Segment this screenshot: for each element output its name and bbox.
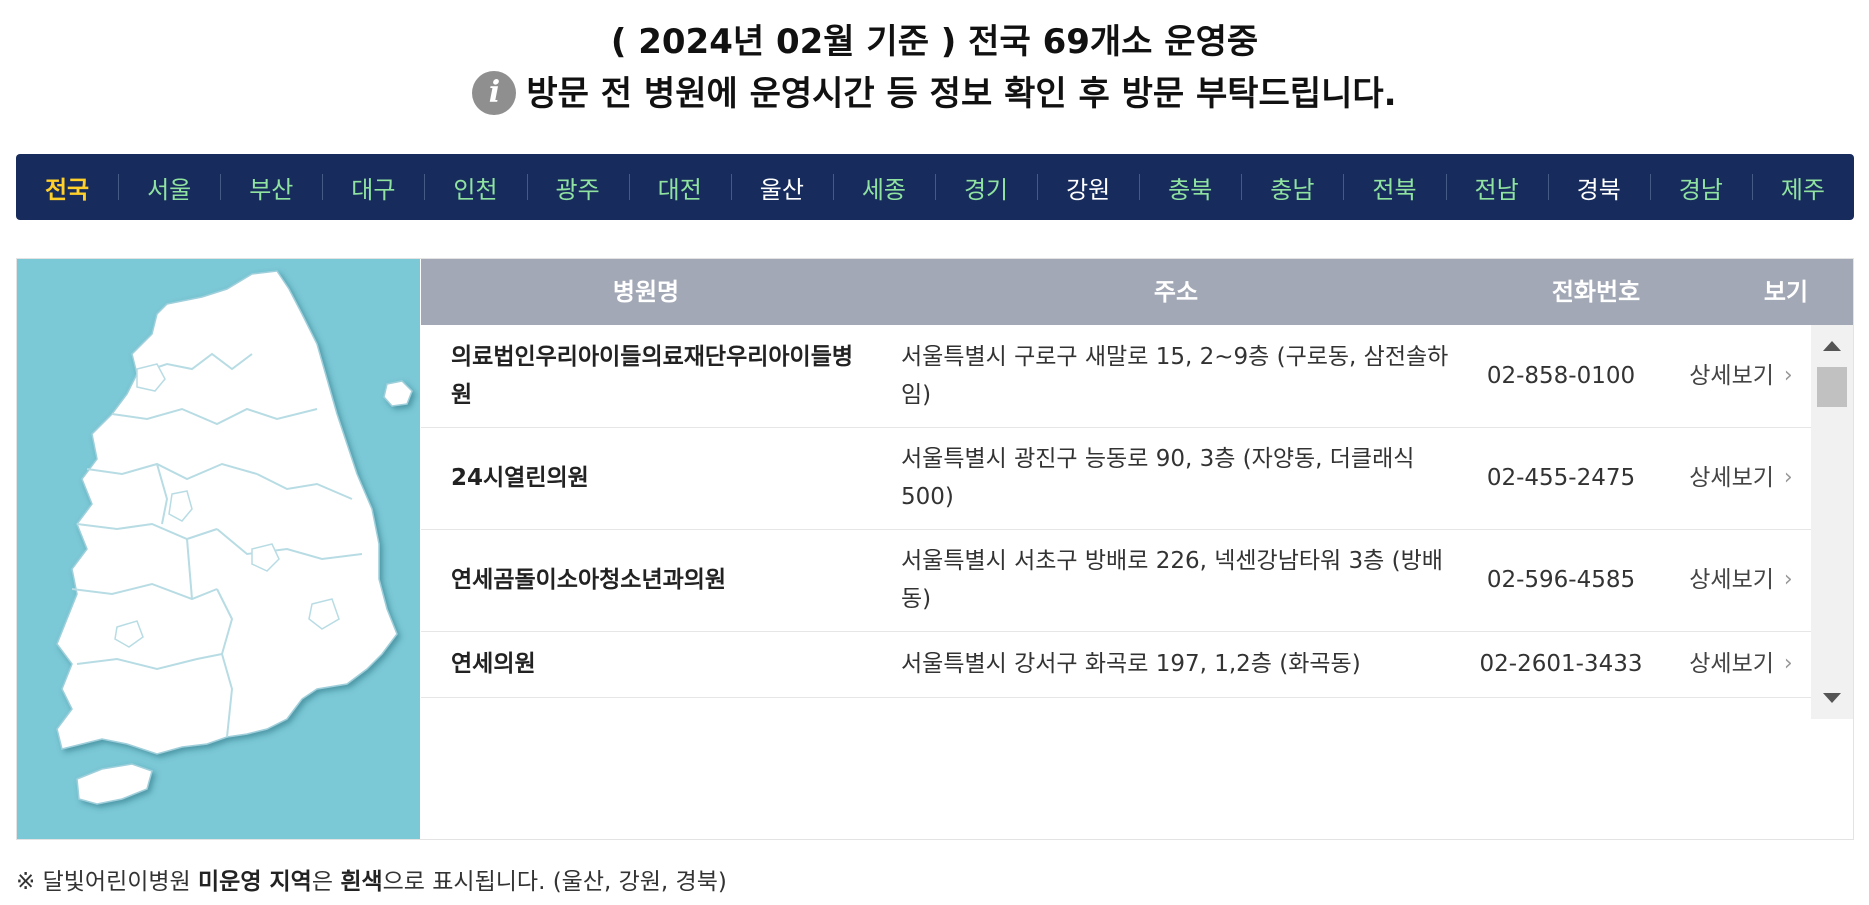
hospital-panel: 병원명 주소 전화번호 보기 의료법인우리아이들의료재단우리아이들병원 서울특별시 구로…	[16, 258, 1854, 840]
footnote-white: 흰색	[340, 869, 383, 895]
col-phone-header: 전화번호	[1551, 278, 1641, 306]
korea-map-graphic	[56, 270, 413, 805]
footnote-prefix: ※ 달빛어린이병원	[16, 869, 199, 895]
tab-region-17[interactable]: 제주	[1751, 170, 1854, 205]
tab-region-11[interactable]: 충북	[1139, 170, 1241, 205]
table-scrollbar[interactable]	[1811, 325, 1853, 719]
tab-region-14[interactable]: 전남	[1445, 170, 1548, 205]
info-icon: i	[472, 70, 517, 115]
hospital-name: 24시열린의원	[451, 465, 589, 491]
scroll-up-arrow-icon[interactable]	[1823, 341, 1841, 351]
visit-notice-text: 방문 전 병원에 운영시간 등 정보 확인 후 방문 부탁드립니다.	[526, 74, 1397, 114]
table-row: 연세의원 서울특별시 강서구 화곡로 197, 1,2층 (화곡동) 02-2601…	[421, 631, 1811, 698]
tab-region-16[interactable]: 경남	[1649, 170, 1752, 205]
detail-view-link[interactable]: 상세보기 ›	[1671, 427, 1811, 529]
hospital-phone: 02-2601-3433	[1479, 651, 1643, 677]
tab-region-12[interactable]: 충남	[1241, 170, 1343, 205]
table-row: 의료법인우리아이들의료재단우리아이들병원 서울특별시 구로구 새말로 15, 2~…	[421, 325, 1811, 428]
page-title: ( 2024년 02월 기준 ) 전국 69개소 운영중	[610, 22, 1259, 62]
hospital-address: 서울특별시 서초구 방배로 226, 넥센강남타워 3층 (방배동)	[901, 548, 1443, 612]
detail-view-link[interactable]: 상세보기 ›	[1671, 529, 1811, 631]
chevron-right-icon: ›	[1783, 567, 1793, 592]
hospital-name: 의료법인우리아이들의료재단우리아이들병원	[451, 344, 854, 408]
footnote-mid: 은	[311, 869, 341, 895]
korea-map[interactable]	[17, 259, 420, 839]
region-tab-bar: 전국 서울 부산 대구 인천 광주 대전 울산 세종 경기 강원 충북 충남 전북 전남 경북 경남 제주	[16, 154, 1854, 220]
col-view-header: 보기	[1763, 278, 1809, 306]
tab-region-0[interactable]: 전국	[16, 170, 118, 205]
tab-region-4[interactable]: 인천	[424, 170, 526, 205]
footnote-suffix: 으로 표시됩니다. (울산, 강원, 경북)	[382, 869, 727, 895]
ulleung-island	[383, 380, 413, 407]
detail-view-label: 상세보기	[1689, 465, 1774, 491]
detail-view-link[interactable]: 상세보기 ›	[1671, 631, 1811, 697]
tab-region-9[interactable]: 경기	[934, 170, 1037, 205]
tab-region-10[interactable]: 강원	[1037, 170, 1139, 205]
detail-view-label: 상세보기	[1689, 567, 1774, 593]
chevron-right-icon: ›	[1783, 363, 1793, 388]
table-header: 병원명 주소 전화번호 보기	[421, 259, 1853, 325]
mainland-shape	[56, 270, 398, 755]
hospital-phone: 02-596-4585	[1486, 567, 1636, 593]
tab-region-6[interactable]: 대전	[628, 170, 731, 205]
jeju-island	[76, 763, 153, 805]
tab-region-13[interactable]: 전북	[1343, 170, 1445, 205]
tab-region-8[interactable]: 세종	[832, 170, 935, 205]
scroll-thumb[interactable]	[1817, 367, 1847, 407]
scroll-down-arrow-icon[interactable]	[1823, 693, 1841, 703]
col-hospital-name-header: 병원명	[612, 278, 680, 306]
hospital-name: 연세의원	[451, 651, 536, 677]
col-address-header: 주소	[1153, 278, 1199, 306]
hospital-phone: 02-858-0100	[1486, 363, 1636, 389]
hospital-name: 연세곰돌이소아청소년과의원	[451, 567, 727, 593]
tab-region-3[interactable]: 대구	[322, 170, 424, 205]
hospital-address: 서울특별시 강서구 화곡로 197, 1,2층 (화곡동)	[901, 651, 1361, 677]
hospital-phone: 02-455-2475	[1486, 465, 1636, 491]
tab-region-7[interactable]: 울산	[730, 170, 833, 205]
table-row: 24시열린의원 서울특별시 광진구 능동로 90, 3층 (자양동, 더클래식50…	[421, 427, 1811, 530]
tab-region-1[interactable]: 서울	[118, 170, 220, 205]
tab-region-15[interactable]: 경북	[1547, 170, 1650, 205]
chevron-right-icon: ›	[1783, 465, 1793, 490]
hospital-table: 병원명 주소 전화번호 보기 의료법인우리아이들의료재단우리아이들병원 서울특별시 구로…	[421, 259, 1853, 839]
hospital-address: 서울특별시 구로구 새말로 15, 2~9층 (구로동, 삼전솔하임)	[901, 344, 1449, 408]
detail-view-label: 상세보기	[1689, 363, 1774, 389]
tab-region-2[interactable]: 부산	[220, 170, 322, 205]
footnote: ※ 달빛어린이병원 미운영 지역은 흰색으로 표시됩니다. (울산, 강원, 경…	[16, 862, 727, 896]
detail-view-link[interactable]: 상세보기 ›	[1671, 325, 1811, 427]
chevron-right-icon: ›	[1783, 651, 1793, 676]
tab-region-5[interactable]: 광주	[526, 170, 629, 205]
detail-view-label: 상세보기	[1689, 651, 1774, 677]
table-body[interactable]: 의료법인우리아이들의료재단우리아이들병원 서울특별시 구로구 새말로 15, 2~…	[421, 325, 1811, 719]
footnote-inactive-region: 미운영 지역	[198, 869, 312, 895]
hospital-address: 서울특별시 광진구 능동로 90, 3층 (자양동, 더클래식500)	[901, 446, 1415, 510]
visit-notice: i 방문 전 병원에 운영시간 등 정보 확인 후 방문 부탁드립니다.	[0, 66, 1869, 118]
table-row: 연세곰돌이소아청소년과의원 서울특별시 서초구 방배로 226, 넥센강남타워 3…	[421, 529, 1811, 632]
